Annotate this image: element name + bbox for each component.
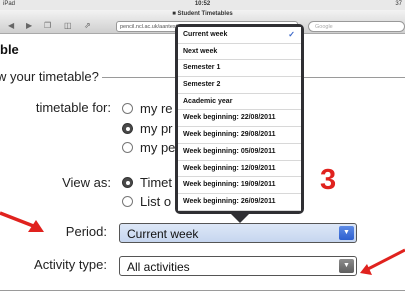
dropdown-option-week-29-08[interactable]: Week beginning: 29/08/2011	[178, 127, 301, 144]
dropdown-option-week-12-09[interactable]: Week beginning: 12/09/2011	[178, 161, 301, 178]
dropdown-option-semester-1[interactable]: Semester 1	[178, 60, 301, 78]
annotation-arrow-right	[360, 248, 405, 275]
dropdown-option-week-19-09[interactable]: Week beginning: 19/09/2011	[178, 177, 301, 194]
checkmark-icon: ✓	[288, 30, 295, 39]
dropdown-option-academic-year[interactable]: Academic year	[178, 94, 301, 111]
dropdown-option-week-22-08[interactable]: Week beginning: 22/08/2011	[178, 110, 301, 128]
period-dropdown-popover: Current week ✓ Next week Semester 1 Seme…	[175, 24, 304, 223]
dropdown-option-list: Current week ✓ Next week Semester 1 Seme…	[178, 27, 301, 211]
dropdown-option-semester-2[interactable]: Semester 2	[178, 77, 301, 94]
dropdown-option-next-week[interactable]: Next week	[178, 44, 301, 61]
dropdown-option-current-week[interactable]: Current week ✓	[178, 27, 301, 44]
dropdown-option-week-26-09[interactable]: Week beginning: 26/09/2011	[178, 194, 301, 211]
annotation-arrow-left	[0, 211, 44, 232]
step-number-annotation: 3	[320, 164, 337, 196]
dropdown-option-week-05-09[interactable]: Week beginning: 05/09/2011	[178, 144, 301, 161]
fieldset-legend: w your timetable?	[0, 69, 102, 84]
